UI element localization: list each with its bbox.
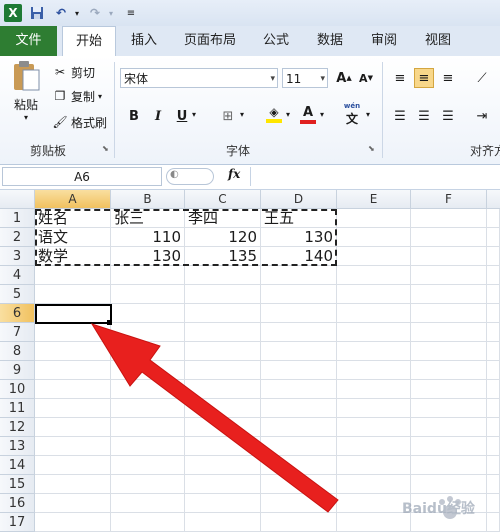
- fill-color-icon[interactable]: ◈: [264, 104, 284, 124]
- copy-label: 复制: [71, 90, 96, 104]
- align-middle-icon[interactable]: ≡: [414, 68, 434, 88]
- chevron-down-icon[interactable]: ▾: [320, 110, 324, 119]
- ribbon: 粘贴 ▾ ✂ 剪切 ❐ 复制 ▾ 🖌 格式刷 剪贴板 ⬊ 宋体 ▾ 11 ▾ A…: [0, 56, 500, 165]
- dialog-launcher-icon[interactable]: ⬊: [368, 144, 375, 153]
- indent-icon[interactable]: ⇥: [472, 106, 492, 126]
- paste-button[interactable]: 粘贴 ▾: [8, 60, 44, 130]
- font-size-select[interactable]: 11 ▾: [282, 68, 328, 88]
- format-painter-label: 格式刷: [71, 116, 108, 130]
- chevron-down-icon[interactable]: ▾: [240, 110, 244, 119]
- dialog-launcher-icon[interactable]: ⬊: [102, 144, 109, 153]
- baidu-watermark: Baidu经验: [402, 490, 498, 524]
- tab-review[interactable]: 审阅: [364, 26, 404, 56]
- align-bottom-icon[interactable]: ≡: [438, 68, 458, 88]
- chevron-down-icon[interactable]: ▾: [366, 110, 370, 119]
- brush-icon: 🖌: [52, 114, 68, 129]
- border-icon[interactable]: ⊞: [218, 106, 238, 126]
- scissors-icon: ✂: [54, 64, 66, 79]
- tab-view[interactable]: 视图: [418, 26, 458, 56]
- customize-qat-icon[interactable]: ≡: [122, 4, 140, 22]
- formula-input[interactable]: [250, 167, 499, 186]
- chevron-down-icon[interactable]: ▾: [98, 92, 102, 101]
- clipboard-group-label: 剪贴板: [30, 144, 67, 158]
- ribbon-tabs: 文件 开始 插入 页面布局 公式 数据 审阅 视图: [0, 26, 500, 57]
- font-name-select[interactable]: 宋体 ▾: [120, 68, 278, 88]
- orientation-icon[interactable]: ⟋: [472, 68, 492, 88]
- align-right-icon[interactable]: ☰: [438, 106, 458, 126]
- tab-insert[interactable]: 插入: [124, 26, 164, 56]
- excel-icon: X: [4, 4, 22, 22]
- font-color-icon[interactable]: A: [298, 104, 318, 124]
- alignment-group-label: 对齐方: [470, 144, 500, 158]
- fx-icon[interactable]: fx: [228, 167, 240, 181]
- group-separator: [382, 62, 383, 158]
- red-arrow-annotation: [90, 323, 339, 513]
- copy-icon: ❐: [54, 88, 66, 103]
- chevron-down-icon[interactable]: ▾: [24, 113, 28, 122]
- cut-label: 剪切: [71, 66, 96, 80]
- quick-access-toolbar: X ↶ ▾ ↷ ▾ ≡: [0, 0, 500, 27]
- chevron-down-icon[interactable]: ▾: [102, 4, 120, 22]
- chevron-down-icon: ▾: [270, 74, 275, 84]
- font-name-value: 宋体: [124, 72, 149, 86]
- tab-page-layout[interactable]: 页面布局: [178, 26, 242, 56]
- chevron-down-icon[interactable]: ▾: [286, 110, 290, 119]
- format-painter-button[interactable]: 🖌 格式刷: [52, 114, 107, 131]
- font-size-value: 11: [286, 72, 302, 86]
- phonetic-icon[interactable]: wén 文: [342, 102, 362, 126]
- decrease-font-icon[interactable]: A ▼: [356, 68, 376, 88]
- increase-font-icon[interactable]: A ▲: [334, 68, 354, 88]
- align-center-icon[interactable]: ☰: [414, 106, 434, 126]
- align-left-icon[interactable]: ☰: [390, 106, 410, 126]
- align-top-icon[interactable]: ≡: [390, 68, 410, 88]
- tab-formulas[interactable]: 公式: [256, 26, 296, 56]
- tab-home[interactable]: 开始: [62, 26, 116, 57]
- bold-icon[interactable]: B: [124, 106, 144, 126]
- font-group-label: 字体: [226, 144, 251, 158]
- chevron-down-icon[interactable]: ▾: [68, 4, 86, 22]
- name-box[interactable]: A6: [2, 167, 162, 186]
- chevron-left-icon: ◐: [170, 169, 179, 180]
- chevron-down-icon[interactable]: ▾: [192, 110, 196, 119]
- group-separator: [114, 62, 115, 158]
- copy-button[interactable]: ❐ 复制 ▾: [52, 88, 102, 105]
- watermark-text: Baidu经验: [402, 501, 475, 517]
- paste-label: 粘贴: [13, 98, 38, 112]
- italic-icon[interactable]: I: [148, 106, 168, 126]
- clipboard-icon: [14, 61, 40, 91]
- worksheet-grid: A B C D E F 1 2 3 4 5 6 7 8 9 10 11 12 13 14 15 16 17 姓名…: [0, 190, 500, 532]
- tab-data[interactable]: 数据: [310, 26, 350, 56]
- underline-icon[interactable]: U: [172, 106, 192, 126]
- save-icon[interactable]: [28, 4, 46, 22]
- phonetic-label: 文: [345, 111, 358, 126]
- formula-bar: A6 ◐ fx: [0, 165, 500, 190]
- chevron-down-icon: ▾: [320, 74, 325, 84]
- tab-file[interactable]: 文件: [0, 26, 57, 56]
- cut-button[interactable]: ✂ 剪切: [52, 64, 95, 81]
